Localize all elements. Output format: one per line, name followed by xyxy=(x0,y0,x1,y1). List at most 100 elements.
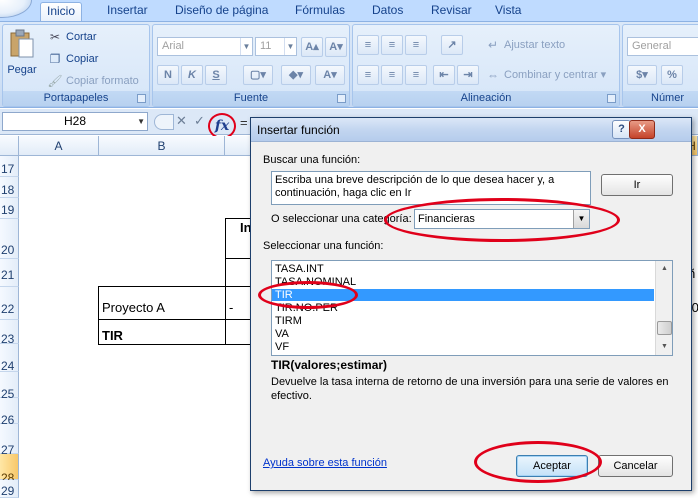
row-header-22[interactable]: 22 xyxy=(0,287,19,320)
bold-button[interactable]: N xyxy=(157,65,179,85)
alignment-launcher-icon[interactable] xyxy=(607,94,616,103)
cell-b23[interactable]: TIR xyxy=(102,328,123,343)
wrap-text-button[interactable]: ↵ Ajustar texto xyxy=(485,37,565,53)
dialog-body: Buscar una función: Escriba una breve de… xyxy=(251,142,691,490)
tab-vista[interactable]: Vista xyxy=(489,2,527,21)
number-format-combo[interactable]: General xyxy=(627,37,698,56)
row-header-27[interactable]: 27 xyxy=(0,424,19,457)
borders-button[interactable]: ▢▾ xyxy=(243,65,273,85)
decrease-indent-button[interactable]: ⇤ xyxy=(433,65,455,85)
shrink-font-button[interactable]: A▾ xyxy=(325,37,347,57)
column-header-a[interactable]: A xyxy=(19,136,99,156)
row-header-21[interactable]: 21 xyxy=(0,259,19,287)
function-item-tirm[interactable]: TIRM xyxy=(275,315,302,327)
cell-b22[interactable]: Proyecto A xyxy=(102,300,165,315)
row-header-18[interactable]: 18 xyxy=(0,177,19,198)
cell-c22[interactable]: - xyxy=(229,300,233,315)
clipboard-launcher-icon[interactable] xyxy=(137,94,146,103)
table-border-row22-top xyxy=(98,286,253,287)
cut-button[interactable]: ✂ Cortar xyxy=(47,29,97,45)
search-function-input[interactable]: Escriba una breve descripción de lo que … xyxy=(271,171,591,205)
align-center-icon: ≡ xyxy=(388,69,396,81)
copy-button[interactable]: ❐ Copiar xyxy=(47,51,99,67)
percent-button[interactable]: % xyxy=(661,65,683,85)
increase-indent-button[interactable]: ⇥ xyxy=(457,65,479,85)
ribbon: Pegar ✂ Cortar ❐ Copiar 🖌 Copiar formato Po… xyxy=(0,21,698,108)
function-item-tir-selected[interactable]: TIR xyxy=(272,289,654,301)
close-icon[interactable]: X xyxy=(629,120,655,139)
fill-color-button[interactable]: ◆▾ xyxy=(281,65,311,85)
cancel-entry-icon[interactable]: ✕ xyxy=(176,114,187,128)
table-border-header-mid xyxy=(225,258,253,259)
row-header-28[interactable]: 28 xyxy=(0,454,19,485)
go-button[interactable]: Ir xyxy=(601,174,673,196)
paste-label: Pegar xyxy=(7,64,37,76)
function-list-scrollbar[interactable]: ▲ ▼ xyxy=(655,261,672,355)
currency-button[interactable]: $▾ xyxy=(627,65,657,85)
tab-datos[interactable]: Datos xyxy=(366,2,409,21)
font-launcher-icon[interactable] xyxy=(337,94,346,103)
row-header-20[interactable]: 20 xyxy=(0,219,19,259)
row-header-29[interactable]: 29 xyxy=(0,480,19,498)
cancel-button[interactable]: Cancelar xyxy=(598,455,673,477)
orientation-button[interactable]: ↗ xyxy=(441,35,463,55)
row-header-19[interactable]: 19 xyxy=(0,198,19,219)
ok-button[interactable]: Aceptar xyxy=(516,455,588,477)
tab-inicio[interactable]: Inicio xyxy=(40,2,83,21)
align-center-button[interactable]: ≡ xyxy=(381,65,403,85)
paste-button[interactable]: Pegar xyxy=(7,29,37,83)
row-header-24[interactable]: 24 xyxy=(0,344,19,373)
function-item-tasa-int[interactable]: TASA.INT xyxy=(275,263,324,275)
italic-button[interactable]: K xyxy=(181,65,203,85)
fill-bucket-icon: ◆▾ xyxy=(289,69,303,81)
align-left-button[interactable]: ≡ xyxy=(357,65,379,85)
function-description: Devuelve la tasa interna de retorno de u… xyxy=(271,376,669,402)
formula-bar-expander[interactable] xyxy=(154,114,174,130)
scroll-down-icon[interactable]: ▼ xyxy=(657,339,672,355)
function-item-tasa-nominal[interactable]: TASA.NOMINAL xyxy=(275,276,356,288)
office-button[interactable] xyxy=(0,0,32,18)
function-item-va[interactable]: VA xyxy=(275,328,289,340)
merge-center-label: Combinar y centrar xyxy=(504,68,598,81)
category-select[interactable]: Financieras ▼ xyxy=(414,209,590,229)
format-painter-button[interactable]: 🖌 Copiar formato xyxy=(47,73,139,89)
search-label: Buscar una función: xyxy=(263,154,361,166)
row-header-17[interactable]: 17 xyxy=(0,156,19,177)
dialog-titlebar[interactable]: Insertar función ? X xyxy=(251,118,691,142)
merge-center-button[interactable]: ⇔ Combinar y centrar ▾ xyxy=(485,67,606,83)
formula-equals: = xyxy=(240,115,248,130)
font-name-combo[interactable]: Arial ▼ xyxy=(157,37,253,56)
chevron-down-icon[interactable]: ▼ xyxy=(573,210,589,228)
scroll-up-icon[interactable]: ▲ xyxy=(657,261,672,277)
align-bottom-button[interactable]: ≡ xyxy=(405,35,427,55)
brush-icon: 🖌 xyxy=(47,74,63,88)
grow-font-button[interactable]: A▴ xyxy=(301,37,323,57)
function-list[interactable]: TASA.INT TASA.NOMINAL TIR TIR.NO.PER TIR… xyxy=(271,260,673,356)
function-item-tir-no-per[interactable]: TIR.NO.PER xyxy=(275,302,338,314)
tab-diseno-pagina[interactable]: Diseño de página xyxy=(169,2,274,21)
underline-button[interactable]: S xyxy=(205,65,227,85)
clipboard-group-title: Portapapeles xyxy=(3,91,149,106)
wrap-text-label: Ajustar texto xyxy=(504,38,566,51)
row-header-23[interactable]: 23 xyxy=(0,320,19,346)
column-header-b[interactable]: B xyxy=(99,136,225,156)
tab-formulas[interactable]: Fórmulas xyxy=(289,2,351,21)
orientation-icon: ↗ xyxy=(447,39,457,51)
align-top-button[interactable]: ≡ xyxy=(357,35,379,55)
name-box[interactable]: H28 ▼ xyxy=(2,112,148,131)
row-header-26[interactable]: 26 xyxy=(0,398,19,427)
font-color-button[interactable]: A▾ xyxy=(315,65,345,85)
font-size-combo[interactable]: 11 ▼ xyxy=(255,37,297,56)
select-all-corner[interactable] xyxy=(0,136,19,156)
tab-insertar[interactable]: Insertar xyxy=(101,2,154,21)
function-help-link[interactable]: Ayuda sobre esta función xyxy=(263,457,387,469)
align-middle-button[interactable]: ≡ xyxy=(381,35,403,55)
function-item-vf[interactable]: VF xyxy=(275,341,289,353)
row-header-25[interactable]: 25 xyxy=(0,372,19,401)
tab-revisar[interactable]: Revisar xyxy=(425,2,478,21)
align-right-button[interactable]: ≡ xyxy=(405,65,427,85)
scrollbar-thumb[interactable] xyxy=(657,321,672,335)
format-painter-label: Copiar formato xyxy=(66,74,139,87)
confirm-entry-icon[interactable]: ✓ xyxy=(194,114,205,128)
outdent-icon: ⇤ xyxy=(439,69,449,81)
